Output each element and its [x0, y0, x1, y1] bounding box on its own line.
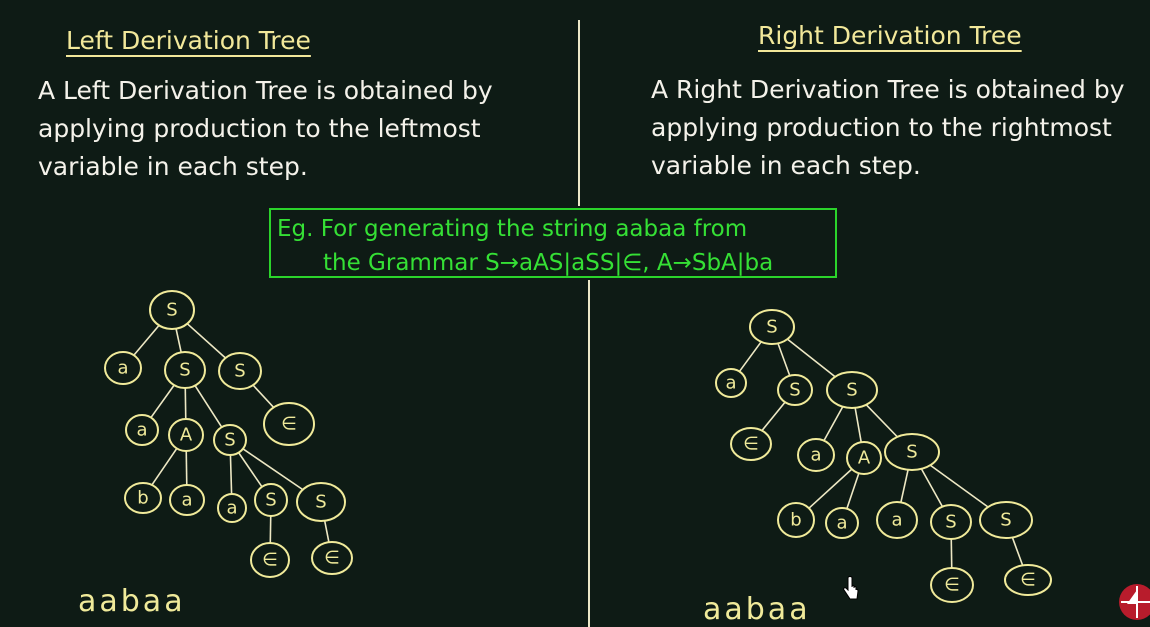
tree-node-label: b [137, 488, 148, 509]
tree-edge [151, 448, 178, 486]
tree-edge [777, 343, 791, 376]
tree-edge [900, 469, 909, 503]
hand-pointer-icon [843, 576, 859, 600]
derivation-trees: Sa S S ∈ a A Sb a a S S ∈ ∈ Sa S S ∈ a A Sb a a S S ∈ ∈ [104, 290, 1052, 603]
tree-node: S [164, 351, 206, 389]
tree-node-label: S [846, 380, 857, 401]
tree-edge [920, 468, 944, 508]
tree-edge [252, 384, 275, 408]
tree-node: S [777, 374, 813, 406]
tree-node: b [124, 482, 162, 514]
tree-node: a [797, 438, 835, 472]
tree-node: S [218, 352, 262, 390]
tree-edge [854, 407, 863, 443]
tree-node: ∈ [730, 427, 772, 461]
tree-edge [194, 385, 223, 428]
tree-node: A [168, 418, 204, 452]
right-derivation-tree: Sa S S ∈ a A Sb a a S S ∈ ∈ [715, 309, 1052, 603]
tree-edge [185, 450, 188, 486]
tree-node: ∈ [1004, 564, 1052, 596]
tree-edge [846, 472, 860, 509]
tree-edge [738, 341, 762, 372]
tree-edge [175, 328, 182, 353]
left-tree-yield: aabaa [78, 584, 186, 619]
tree-node-label: b [790, 510, 801, 531]
tree-node-label: ∈ [944, 575, 960, 596]
tree-node: a [715, 368, 747, 398]
tree-node-label: ∈ [1020, 570, 1036, 591]
tree-node-label: a [226, 498, 237, 519]
tree-node-label: S [789, 380, 800, 401]
tree-node: S [930, 504, 972, 540]
tree-edge [229, 454, 233, 495]
tree-node-label: ∈ [281, 414, 297, 435]
tree-edge [865, 404, 898, 438]
tree-node: S [749, 309, 795, 345]
tree-node-label: S [945, 512, 956, 533]
tree-node: b [777, 502, 815, 538]
tree-node: S [826, 371, 878, 409]
tree-node-label: ∈ [262, 550, 278, 571]
tree-node: a [104, 351, 142, 385]
right-tree-yield: aabaa [703, 592, 811, 627]
tree-node: a [876, 501, 918, 539]
tree-node-label: S [906, 442, 917, 463]
tree-node-label: S [1000, 510, 1011, 531]
tree-node: S [296, 482, 346, 522]
tree-node-label: a [725, 373, 736, 394]
tree-node-label: S [166, 300, 177, 321]
tree-node-label: S [179, 360, 190, 381]
red-circle-logo-icon [1119, 584, 1150, 620]
tree-edge [237, 452, 263, 488]
tree-node: ∈ [250, 542, 290, 578]
tree-node: S [213, 424, 247, 456]
tree-node-label: A [180, 425, 193, 446]
tree-node: a [169, 484, 205, 516]
left-derivation-tree: Sa S S ∈ a A Sb a a S S ∈ ∈ [104, 290, 353, 578]
tree-node-label: A [858, 448, 871, 469]
tree-node: S [254, 483, 288, 517]
tree-node-label: a [891, 510, 902, 531]
tree-node-label: ∈ [324, 548, 340, 569]
tree-node-label: S [315, 492, 326, 513]
tree-edge [808, 468, 853, 509]
tree-node: ∈ [263, 402, 315, 446]
tree-node-label: S [265, 490, 276, 511]
tree-edge [786, 338, 836, 378]
tree-node-label: S [234, 361, 245, 382]
tree-node-label: a [836, 513, 847, 534]
tree-edge [1011, 537, 1024, 566]
tree-node: ∈ [311, 541, 353, 575]
tree-edge [761, 401, 786, 432]
tree-node: a [125, 414, 159, 446]
tree-node-label: a [117, 358, 128, 379]
tree-edge [133, 324, 160, 356]
tree-node-label: S [766, 317, 777, 338]
tree-edge [323, 520, 330, 543]
tree-node-label: S [224, 430, 235, 451]
tree-node: A [846, 441, 882, 475]
tree-node-label: ∈ [743, 434, 759, 455]
tree-node: S [979, 501, 1033, 539]
tree-node: a [217, 493, 247, 523]
tree-edge [823, 406, 844, 442]
tree-node-label: a [181, 490, 192, 511]
tree-node: S [884, 433, 940, 471]
tree-node-label: a [136, 420, 147, 441]
tree-node: a [825, 507, 859, 539]
tree-edge [150, 384, 175, 419]
tree-node: ∈ [930, 567, 974, 603]
tree-node-label: a [810, 445, 821, 466]
tree-node: S [149, 290, 195, 330]
